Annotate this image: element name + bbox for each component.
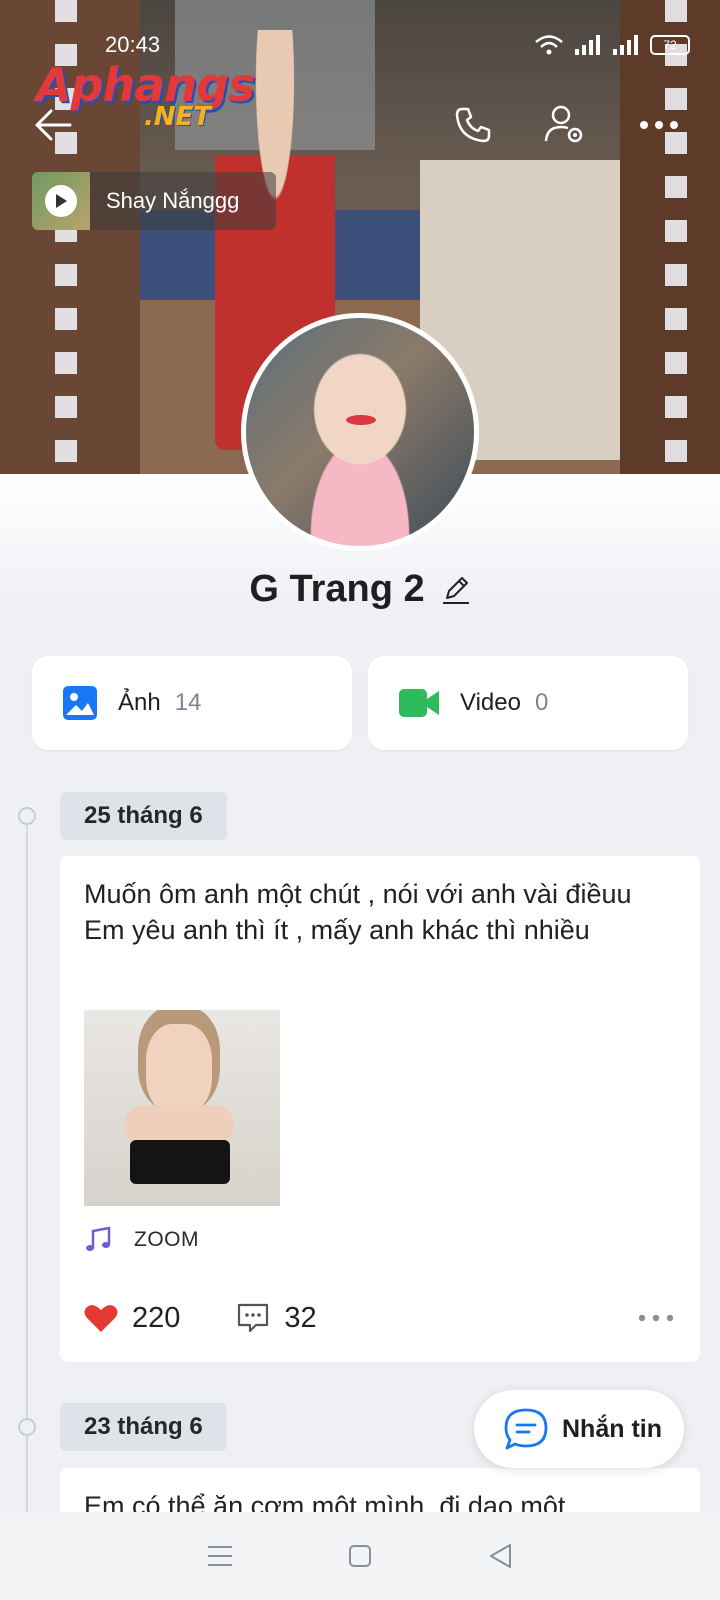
post-photo[interactable] — [84, 1010, 280, 1206]
profile-name-row: G Trang 2 — [0, 568, 720, 611]
signal-icon-2 — [613, 35, 638, 55]
date-header: 25 tháng 6 — [60, 792, 227, 840]
videos-card[interactable]: Video 0 — [368, 656, 688, 750]
timeline-dot — [18, 1418, 36, 1436]
photos-count: 14 — [174, 689, 202, 716]
post-song-title: ZOOM — [134, 1228, 199, 1251]
photo-subject-arms — [124, 1105, 234, 1145]
wifi-icon — [535, 35, 563, 55]
signal-icon — [575, 35, 600, 55]
call-button[interactable] — [448, 100, 498, 150]
more-horizontal-icon — [640, 121, 678, 129]
more-horizontal-icon[interactable] — [638, 1314, 674, 1322]
status-system-icons: 72 — [534, 34, 690, 56]
cover-mirror-frame-right — [665, 0, 687, 474]
chat-bubble-icon — [504, 1408, 548, 1450]
video-camera-icon — [399, 689, 439, 717]
videos-label: Video — [460, 689, 521, 716]
like-count: 220 — [132, 1301, 181, 1334]
profile-music-badge[interactable]: Shay Nắnggg — [32, 172, 276, 230]
home-button[interactable] — [340, 1536, 380, 1576]
date-header: 23 tháng 6 — [60, 1403, 227, 1451]
comment-icon[interactable] — [236, 1301, 270, 1335]
photo-subject-head — [146, 1024, 212, 1114]
edit-pencil-icon[interactable] — [441, 574, 471, 606]
avatar[interactable] — [241, 313, 479, 551]
play-icon — [56, 194, 67, 208]
music-title: Shay Nắnggg — [106, 188, 240, 213]
photo-subject-top — [130, 1140, 230, 1184]
photos-card[interactable]: Ảnh 14 — [32, 656, 352, 750]
avatar-detail — [346, 415, 376, 425]
triangle-back-icon — [490, 1544, 511, 1568]
system-back-button[interactable] — [480, 1536, 520, 1576]
system-navigation-bar — [0, 1512, 720, 1600]
watermark-suffix: .NET — [144, 102, 212, 132]
post-music[interactable]: ZOOM — [84, 1226, 199, 1254]
play-button[interactable] — [45, 185, 77, 217]
more-options-button[interactable] — [634, 100, 684, 150]
image-icon — [63, 686, 97, 720]
music-thumbnail — [32, 172, 90, 230]
phone-icon — [455, 107, 491, 143]
post-card[interactable]: Muốn ôm anh một chút , nói với anh vài đ… — [60, 856, 700, 1362]
profile-name: G Trang 2 — [249, 568, 425, 610]
user-settings-icon — [544, 105, 583, 143]
music-note-icon — [86, 1226, 111, 1251]
square-icon — [349, 1545, 371, 1567]
profile-settings-button[interactable] — [540, 100, 590, 150]
menu-icon — [208, 1546, 232, 1566]
photos-label: Ảnh — [118, 689, 161, 716]
status-time: 20:43 — [105, 32, 161, 57]
recent-apps-button[interactable] — [200, 1536, 240, 1576]
heart-icon[interactable] — [84, 1303, 118, 1333]
timeline-line — [26, 816, 28, 1516]
post-text: Muốn ôm anh một chút , nói với anh vài đ… — [84, 879, 632, 945]
comment-count: 32 — [284, 1301, 317, 1334]
arrow-left-icon — [35, 109, 72, 141]
send-message-label: Nhắn tin — [562, 1414, 662, 1443]
post-actions: 220 32 — [84, 1294, 674, 1342]
back-button[interactable] — [28, 100, 78, 150]
send-message-button[interactable]: Nhắn tin — [474, 1390, 684, 1468]
timeline-dot — [18, 807, 36, 825]
battery-indicator: 72 — [650, 35, 690, 55]
videos-count: 0 — [534, 689, 549, 716]
